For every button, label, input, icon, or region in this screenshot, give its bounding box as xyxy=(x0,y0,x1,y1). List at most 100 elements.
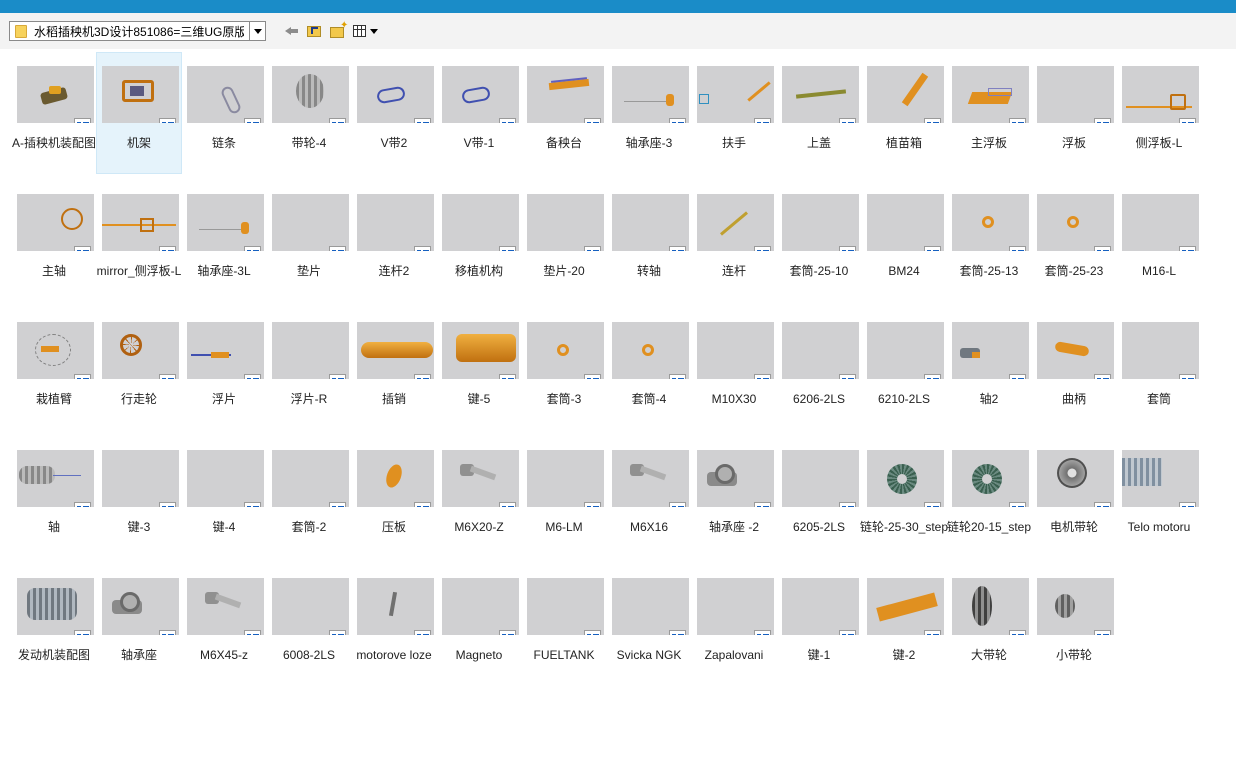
file-item[interactable]: 植苗箱 xyxy=(862,53,946,173)
file-item[interactable]: 主浮板 xyxy=(947,53,1031,173)
file-item[interactable]: 垫片 xyxy=(267,181,351,301)
crank-thumbnail-icon xyxy=(1037,322,1114,379)
bearing-seat-thumbnail-icon xyxy=(612,66,689,123)
file-item-label: 垫片 xyxy=(296,264,321,278)
file-item[interactable]: 6205-2LS xyxy=(777,437,861,557)
file-item[interactable]: 主轴 xyxy=(12,181,96,301)
file-item[interactable]: 连杆 xyxy=(692,181,776,301)
file-type-badge-icon xyxy=(1009,502,1026,507)
file-item[interactable]: 浮片-R xyxy=(267,309,351,429)
file-type-badge-icon xyxy=(839,502,856,507)
file-item[interactable]: 链轮20-15_step xyxy=(947,437,1031,557)
file-item[interactable]: 浮片 xyxy=(182,309,266,429)
file-item[interactable]: BM24 xyxy=(862,181,946,301)
file-item[interactable]: 备秧台 xyxy=(522,53,606,173)
file-item[interactable]: 键-5 xyxy=(437,309,521,429)
file-item[interactable]: M6X16 xyxy=(607,437,691,557)
file-item[interactable]: V带2 xyxy=(352,53,436,173)
file-item[interactable]: 轴承座-3L xyxy=(182,181,266,301)
file-item[interactable]: 栽植臂 xyxy=(12,309,96,429)
file-item[interactable]: 套筒-3 xyxy=(522,309,606,429)
file-item-label: M10X30 xyxy=(711,392,757,406)
file-item[interactable]: M6X45-z xyxy=(182,565,266,685)
file-item[interactable]: 带轮-4 xyxy=(267,53,351,173)
file-item-label: 套筒-25-23 xyxy=(1044,264,1104,278)
blank-thumbnail-icon xyxy=(867,322,944,379)
file-item-label: 压板 xyxy=(381,520,406,534)
file-item[interactable]: A-插秧机装配图 xyxy=(12,53,96,173)
file-item[interactable]: 转轴 xyxy=(607,181,691,301)
file-item[interactable]: motorove loze xyxy=(352,565,436,685)
file-item[interactable]: 套筒-25-10 xyxy=(777,181,861,301)
back-arrow-icon[interactable] xyxy=(285,23,299,39)
file-item[interactable]: 电机带轮 xyxy=(1032,437,1116,557)
file-item[interactable]: M6-LM xyxy=(522,437,606,557)
engine-body-thumbnail-icon xyxy=(1122,450,1199,507)
file-item[interactable]: 6206-2LS xyxy=(777,309,861,429)
file-item[interactable]: 轴2 xyxy=(947,309,1031,429)
file-item[interactable]: 侧浮板-L xyxy=(1117,53,1201,173)
file-item[interactable]: 扶手 xyxy=(692,53,776,173)
file-item[interactable]: 套筒-4 xyxy=(607,309,691,429)
file-item-label: 套筒 xyxy=(1146,392,1171,406)
file-item[interactable]: 小带轮 xyxy=(1032,565,1116,685)
up-folder-icon[interactable] xyxy=(307,23,323,39)
file-item[interactable]: Svicka NGK xyxy=(607,565,691,685)
view-menu-icon[interactable] xyxy=(353,23,379,39)
file-item-label: 连杆 xyxy=(721,264,746,278)
file-item[interactable]: 键-1 xyxy=(777,565,861,685)
file-item[interactable]: 键-2 xyxy=(862,565,946,685)
file-item[interactable]: 轴 xyxy=(12,437,96,557)
file-item[interactable]: Telo motoru xyxy=(1117,437,1201,557)
file-item[interactable]: 行走轮 xyxy=(97,309,181,429)
file-item[interactable]: 轴承座-3 xyxy=(607,53,691,173)
file-item[interactable]: 套筒-2 xyxy=(267,437,351,557)
file-item[interactable]: 轴承座 -2 xyxy=(692,437,776,557)
file-item-label: 6210-2LS xyxy=(877,392,931,406)
file-item[interactable]: 套筒-25-23 xyxy=(1032,181,1116,301)
file-item-label: 轴2 xyxy=(979,392,999,406)
file-item[interactable]: 6008-2LS xyxy=(267,565,351,685)
chain-thumbnail-icon xyxy=(187,66,264,123)
file-item[interactable]: 浮板 xyxy=(1032,53,1116,173)
file-item[interactable]: 机架 xyxy=(96,52,182,174)
file-item[interactable]: 套筒 xyxy=(1117,309,1201,429)
file-item[interactable]: 链轮-25-30_step xyxy=(860,437,948,557)
blank-thumbnail-icon xyxy=(527,578,604,635)
file-item[interactable]: FUELTANK xyxy=(522,565,606,685)
file-item[interactable]: 连杆2 xyxy=(352,181,436,301)
file-item-label: motorove loze xyxy=(356,648,432,662)
file-item[interactable]: 垫片-20 xyxy=(522,181,606,301)
file-item[interactable]: 曲柄 xyxy=(1032,309,1116,429)
file-item[interactable]: 移植机构 xyxy=(437,181,521,301)
file-item[interactable]: mirror_侧浮板-L xyxy=(97,181,181,301)
file-type-badge-icon xyxy=(669,118,686,123)
file-type-badge-icon xyxy=(74,502,91,507)
file-item[interactable]: V带-1 xyxy=(437,53,521,173)
file-type-badge-icon xyxy=(754,502,771,507)
file-item[interactable]: 发动机装配图 xyxy=(12,565,96,685)
file-item[interactable]: M10X30 xyxy=(692,309,776,429)
file-item[interactable]: Magneto xyxy=(437,565,521,685)
file-item[interactable]: 大带轮 xyxy=(947,565,1031,685)
file-item-label: 植苗箱 xyxy=(885,136,922,150)
file-item[interactable]: 轴承座 xyxy=(97,565,181,685)
file-item[interactable]: 套筒-25-13 xyxy=(947,181,1031,301)
file-item[interactable]: 6210-2LS xyxy=(862,309,946,429)
file-item[interactable]: M16-L xyxy=(1117,181,1201,301)
file-item[interactable]: 键-4 xyxy=(182,437,266,557)
file-item[interactable]: 链条 xyxy=(182,53,266,173)
bolt-thumbnail-icon xyxy=(612,450,689,507)
file-item[interactable]: 压板 xyxy=(352,437,436,557)
path-dropdown[interactable]: 水稻插秧机3D设计851086=三维UG原版 三 xyxy=(9,21,266,41)
file-type-badge-icon xyxy=(924,374,941,379)
file-item[interactable]: 上盖 xyxy=(777,53,861,173)
chevron-down-icon[interactable] xyxy=(249,22,265,40)
shaft-thumbnail-icon xyxy=(17,450,94,507)
file-item[interactable]: M6X20-Z xyxy=(437,437,521,557)
new-folder-icon[interactable]: ✦ xyxy=(330,21,348,39)
file-item[interactable]: 插销 xyxy=(352,309,436,429)
file-item[interactable]: 键-3 xyxy=(97,437,181,557)
file-item[interactable]: Zapalovani xyxy=(692,565,776,685)
blank-thumbnail-icon xyxy=(867,194,944,251)
